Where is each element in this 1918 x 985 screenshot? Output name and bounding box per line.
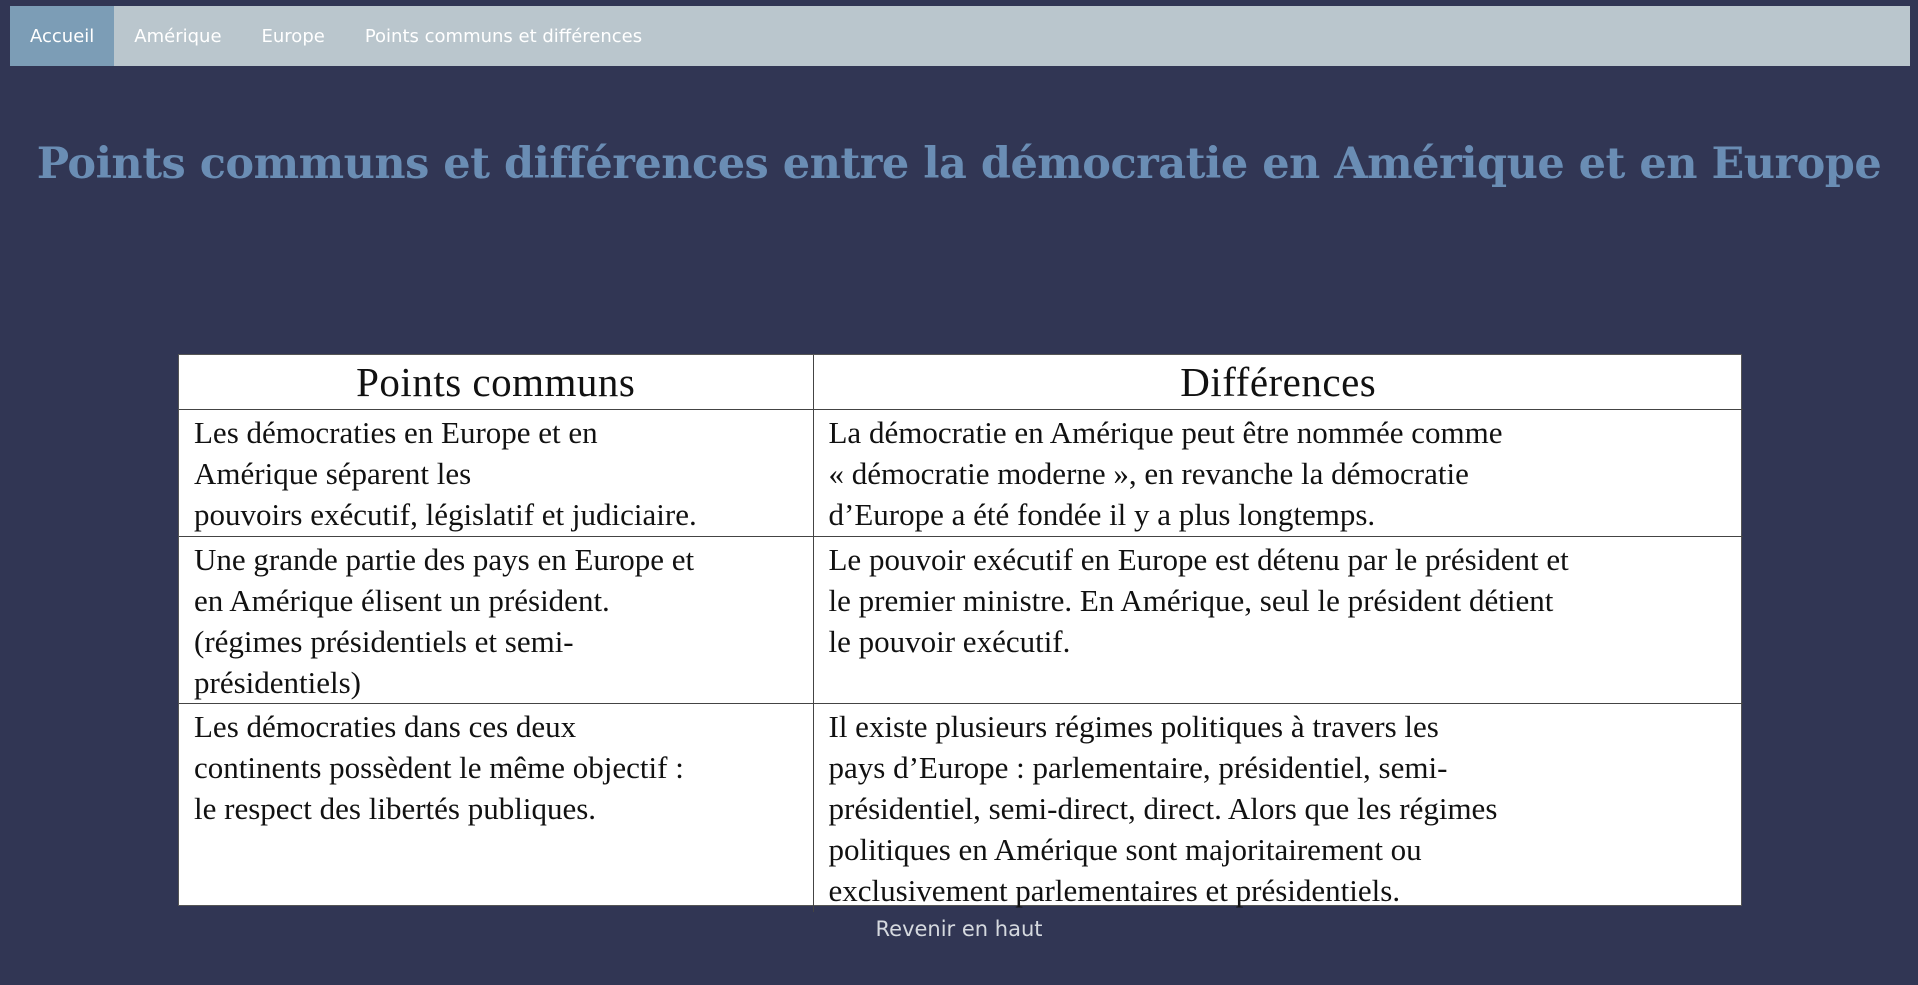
cell-text: La démocratie en Amérique peut être nomm…: [828, 415, 1503, 532]
page-title: Points communs et différences entre la d…: [36, 139, 1882, 189]
comparison-table-image: Points communs Différences Les démocrati…: [178, 354, 1743, 912]
table-cell-difference: Il existe plusieurs régimes politiques à…: [812, 703, 1743, 912]
table-row: Une grande partie des pays en Europe et …: [179, 536, 1743, 704]
header-points-communs: Points communs: [179, 355, 813, 410]
table-row: Les démocraties dans ces deux continents…: [179, 703, 1743, 913]
nav-item-points-communs[interactable]: Points communs et différences: [345, 6, 662, 66]
table-cell-common: Les démocraties dans ces deux continents…: [179, 704, 813, 913]
nav-item-amerique[interactable]: Amérique: [114, 6, 241, 66]
table-cell-difference: La démocratie en Amérique peut être nomm…: [812, 409, 1743, 537]
table-cell-common: Les démocraties en Europe et en Amérique…: [179, 409, 813, 537]
table-cell-difference: Le pouvoir exécutif en Europe est détenu…: [812, 536, 1743, 704]
nav-item-europe[interactable]: Europe: [242, 6, 345, 66]
table-row: Les démocraties en Europe et en Amérique…: [179, 409, 1743, 537]
cell-text: Les démocraties en Europe et en Amérique…: [194, 415, 697, 532]
table-header-row: Points communs Différences: [179, 355, 1743, 410]
cell-text: Il existe plusieurs régimes politiques à…: [828, 709, 1498, 908]
top-navigation-bar: Accueil Amérique Europe Points communs e…: [10, 6, 1910, 66]
header-differences: Différences: [812, 355, 1743, 410]
back-to-top-link[interactable]: Revenir en haut: [0, 914, 1918, 944]
cell-text: Une grande partie des pays en Europe et …: [194, 542, 695, 700]
cell-text: Les démocraties dans ces deux continents…: [194, 709, 684, 826]
comparison-table: Points communs Différences Les démocrati…: [179, 355, 1743, 912]
table-cell-common: Une grande partie des pays en Europe et …: [179, 536, 813, 704]
cell-text: Le pouvoir exécutif en Europe est détenu…: [828, 542, 1569, 659]
nav-item-accueil[interactable]: Accueil: [10, 6, 115, 66]
